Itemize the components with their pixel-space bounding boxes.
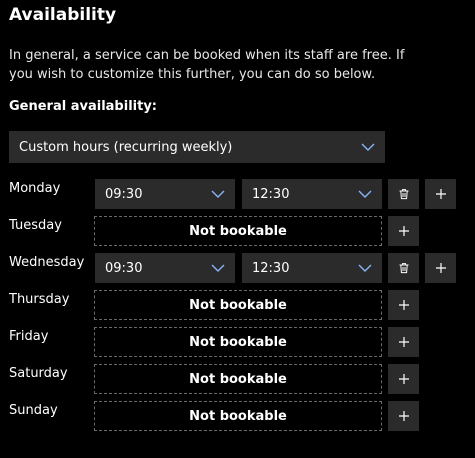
day-label-tuesday: Tuesday <box>9 218 62 233</box>
plus-icon <box>398 300 409 310</box>
plus-icon <box>398 411 409 421</box>
tuesday-not-bookable: Not bookable <box>94 216 382 246</box>
wednesday-delete-button[interactable] <box>388 253 419 283</box>
plus-icon <box>435 263 446 273</box>
general-availability-dropdown[interactable]: Custom hours (recurring weekly) <box>9 131 385 163</box>
not-bookable-label: Not bookable <box>189 297 287 313</box>
page-title: Availability <box>9 5 117 25</box>
monday-end-time-dropdown[interactable]: 12:30 <box>242 179 382 209</box>
not-bookable-label: Not bookable <box>189 408 287 424</box>
tuesday-add-button[interactable] <box>388 216 419 246</box>
wednesday-add-button[interactable] <box>425 253 456 283</box>
day-label-saturday: Saturday <box>9 366 68 381</box>
chevron-down-icon <box>358 264 372 272</box>
start-time-value: 09:30 <box>105 260 143 276</box>
wednesday-start-time-dropdown[interactable]: 09:30 <box>95 253 235 283</box>
not-bookable-label: Not bookable <box>189 334 287 350</box>
friday-not-bookable: Not bookable <box>94 327 382 357</box>
monday-start-time-dropdown[interactable]: 09:30 <box>95 179 235 209</box>
friday-add-button[interactable] <box>388 327 419 357</box>
chevron-down-icon <box>361 143 375 151</box>
trash-icon <box>399 189 408 200</box>
not-bookable-label: Not bookable <box>189 371 287 387</box>
monday-delete-button[interactable] <box>388 179 419 209</box>
saturday-not-bookable: Not bookable <box>94 364 382 394</box>
sunday-not-bookable: Not bookable <box>94 401 382 431</box>
day-label-sunday: Sunday <box>9 403 58 418</box>
sunday-add-button[interactable] <box>388 401 419 431</box>
end-time-value: 12:30 <box>252 186 290 202</box>
plus-icon <box>398 374 409 384</box>
day-label-thursday: Thursday <box>9 292 70 307</box>
plus-icon <box>435 189 446 199</box>
plus-icon <box>398 226 409 236</box>
trash-icon <box>399 263 408 274</box>
wednesday-end-time-dropdown[interactable]: 12:30 <box>242 253 382 283</box>
saturday-add-button[interactable] <box>388 364 419 394</box>
chevron-down-icon <box>358 190 372 198</box>
general-availability-value: Custom hours (recurring weekly) <box>19 139 233 155</box>
day-label-friday: Friday <box>9 329 49 344</box>
day-label-wednesday: Wednesday <box>9 255 85 270</box>
monday-add-button[interactable] <box>425 179 456 209</box>
start-time-value: 09:30 <box>105 186 143 202</box>
thursday-not-bookable: Not bookable <box>94 290 382 320</box>
not-bookable-label: Not bookable <box>189 223 287 239</box>
availability-description: In general, a service can be booked when… <box>9 48 405 82</box>
thursday-add-button[interactable] <box>388 290 419 320</box>
end-time-value: 12:30 <box>252 260 290 276</box>
general-availability-label: General availability: <box>9 99 157 114</box>
chevron-down-icon <box>211 190 225 198</box>
day-label-monday: Monday <box>9 181 61 196</box>
plus-icon <box>398 337 409 347</box>
chevron-down-icon <box>211 264 225 272</box>
